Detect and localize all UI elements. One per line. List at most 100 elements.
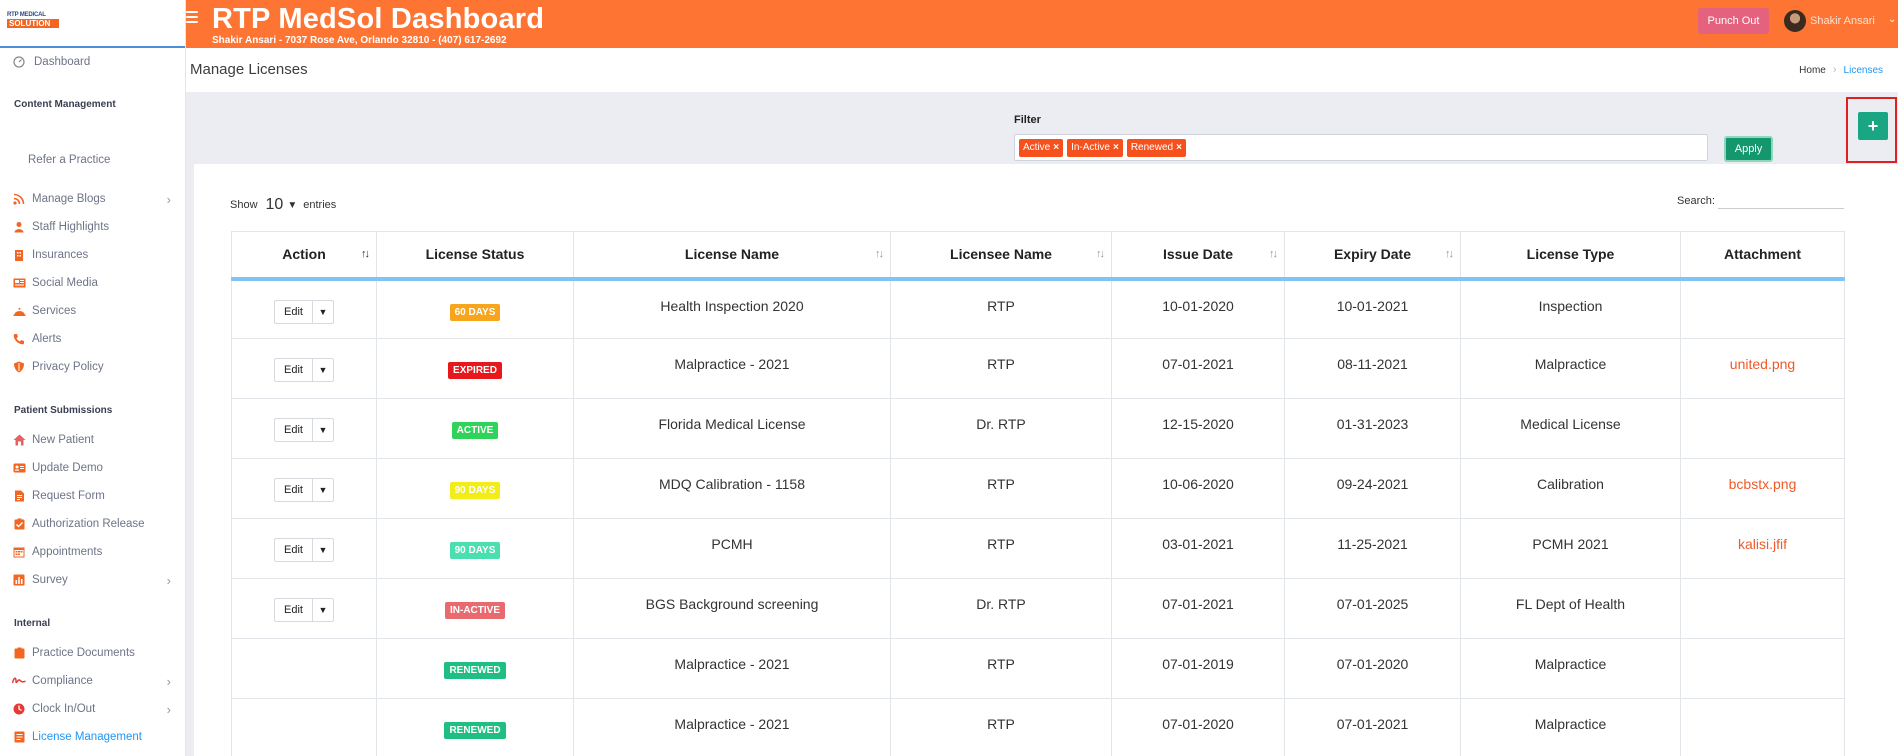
breadcrumb-home[interactable]: Home bbox=[1799, 65, 1826, 76]
status-cell: EXPIRED bbox=[376, 338, 574, 399]
action-dropdown-toggle[interactable]: ▼ bbox=[313, 538, 334, 562]
filter-multiselect[interactable]: Active × In-Active × Renewed × bbox=[1014, 134, 1708, 161]
action-dropdown-toggle[interactable]: ▼ bbox=[313, 598, 334, 622]
sidebar-item-dashboard[interactable]: Dashboard bbox=[0, 52, 185, 72]
column-header-licensee-name[interactable]: Licensee Name ↑↓ bbox=[890, 231, 1112, 281]
attachment-link[interactable]: kalisi.jfif bbox=[1738, 536, 1787, 552]
edit-button[interactable]: Edit bbox=[274, 598, 313, 622]
sidebar-item-compliance[interactable]: Compliance › bbox=[0, 671, 185, 691]
avatar[interactable] bbox=[1784, 10, 1806, 32]
license-name-cell: Florida Medical License bbox=[573, 398, 891, 459]
sidebar-item-staff-highlights[interactable]: Staff Highlights bbox=[0, 217, 185, 237]
status-cell: IN-ACTIVE bbox=[376, 578, 574, 639]
licenses-table: Action ↑↓ License Status License Name ↑↓ L… bbox=[231, 231, 1845, 756]
action-dropdown-toggle[interactable]: ▼ bbox=[313, 478, 334, 502]
action-dropdown-toggle[interactable]: ▼ bbox=[313, 358, 334, 382]
user-name[interactable]: Shakir Ansari bbox=[1810, 15, 1875, 27]
status-cell: 90 DAYS bbox=[376, 458, 574, 519]
action-cell bbox=[231, 638, 377, 699]
issue-date-cell: 03-01-2021 bbox=[1111, 518, 1285, 579]
action-dropdown-toggle[interactable]: ▼ bbox=[313, 418, 334, 442]
issue-date-cell: 07-01-2021 bbox=[1111, 338, 1285, 399]
sidebar-item-insurances[interactable]: Insurances bbox=[0, 245, 185, 265]
action-button-group: Edit ▼ bbox=[274, 598, 334, 622]
document-icon bbox=[12, 489, 26, 503]
license-name-cell: Malpractice - 2021 bbox=[573, 698, 891, 756]
license-name-cell: Health Inspection 2020 bbox=[573, 278, 891, 339]
table-row: Edit ▼ ACTIVE Florida Medical License Dr. RT… bbox=[231, 398, 1845, 459]
apply-filter-button[interactable]: Apply bbox=[1724, 136, 1773, 162]
edit-button[interactable]: Edit bbox=[274, 478, 313, 502]
edit-button[interactable]: Edit bbox=[274, 358, 313, 382]
action-cell: Edit ▼ bbox=[231, 338, 377, 399]
entries-select[interactable]: 10 ▼ bbox=[266, 196, 298, 214]
action-dropdown-toggle[interactable]: ▼ bbox=[313, 299, 334, 324]
top-bar: RTP MedSol Dashboard Shakir Ansari - 703… bbox=[186, 0, 1898, 48]
sidebar-item-appointments[interactable]: Appointments bbox=[0, 542, 185, 562]
sidebar-item-license-management[interactable]: License Management bbox=[0, 727, 185, 747]
action-cell: Edit ▼ bbox=[231, 398, 377, 459]
attachment-link[interactable]: united.png bbox=[1730, 356, 1795, 372]
edit-button[interactable]: Edit bbox=[274, 418, 313, 442]
punch-out-button[interactable]: Punch Out bbox=[1698, 8, 1769, 34]
remove-tag-icon[interactable]: × bbox=[1176, 142, 1182, 153]
filter-label: Filter bbox=[1014, 114, 1041, 126]
status-cell: RENEWED bbox=[376, 698, 574, 756]
sidebar-item-alerts[interactable]: Alerts bbox=[0, 329, 185, 349]
column-header-action[interactable]: Action ↑↓ bbox=[231, 231, 377, 281]
section-patient-submissions: Patient Submissions bbox=[14, 405, 113, 416]
licensee-name-cell: Dr. RTP bbox=[890, 398, 1112, 459]
breadcrumb: Home › Licenses bbox=[1799, 64, 1883, 76]
status-badge: 90 DAYS bbox=[449, 482, 501, 499]
license-name-cell: MDQ Calibration - 1158 bbox=[573, 458, 891, 519]
column-header-issue-date[interactable]: Issue Date ↑↓ bbox=[1111, 231, 1285, 281]
chevron-down-icon[interactable]: ⌄ bbox=[1888, 14, 1896, 25]
filter-tag: Active × bbox=[1019, 138, 1064, 157]
table-row: Edit ▼ EXPIRED Malpractice - 2021 RTP 07-01-2… bbox=[231, 338, 1845, 399]
home-icon bbox=[12, 433, 26, 447]
attachment-cell: kalisi.jfif bbox=[1680, 518, 1845, 579]
licensee-name-cell: RTP bbox=[890, 698, 1112, 756]
remove-tag-icon[interactable]: × bbox=[1113, 142, 1119, 153]
column-header-license-name[interactable]: License Name ↑↓ bbox=[573, 231, 891, 281]
edit-button[interactable]: Edit bbox=[274, 538, 313, 562]
sidebar-item-social-media[interactable]: Social Media bbox=[0, 273, 185, 293]
sidebar-item-refer-practice[interactable]: Refer a Practice bbox=[0, 150, 185, 170]
menu-toggle-icon[interactable] bbox=[186, 11, 198, 23]
add-license-button[interactable]: + bbox=[1858, 112, 1888, 140]
expiry-date-cell: 11-25-2021 bbox=[1284, 518, 1461, 579]
brand-logo[interactable]: RTP MEDICAL SOLUTION bbox=[7, 12, 61, 28]
section-content-management: Content Management bbox=[14, 99, 116, 110]
table-row: RENEWED Malpractice - 2021 RTP 07-01-2019 07… bbox=[231, 638, 1845, 699]
attachment-link[interactable]: bcbstx.png bbox=[1729, 476, 1797, 492]
sidebar-item-request-form[interactable]: Request Form bbox=[0, 486, 185, 506]
license-type-cell: Calibration bbox=[1460, 458, 1681, 519]
license-type-cell: Medical License bbox=[1460, 398, 1681, 459]
sidebar-item-clock-in-out[interactable]: Clock In/Out › bbox=[0, 699, 185, 719]
entries-length-control: Show 10 ▼ entries bbox=[230, 196, 337, 214]
attachment-cell: united.png bbox=[1680, 338, 1845, 399]
dashboard-icon bbox=[12, 55, 26, 69]
table-row: Edit ▼ 90 DAYS MDQ Calibration - 1158 RTP 10-… bbox=[231, 458, 1845, 519]
edit-button[interactable]: Edit bbox=[274, 299, 313, 324]
attachment-cell bbox=[1680, 578, 1845, 639]
sidebar-item-update-demo[interactable]: Update Demo bbox=[0, 458, 185, 478]
search-input[interactable] bbox=[1717, 193, 1844, 209]
column-header-expiry-date[interactable]: Expiry Date ↑↓ bbox=[1284, 231, 1461, 281]
action-button-group: Edit ▼ bbox=[274, 418, 334, 442]
sidebar-item-services[interactable]: Services bbox=[0, 301, 185, 321]
user-icon bbox=[12, 220, 26, 234]
remove-tag-icon[interactable]: × bbox=[1053, 142, 1059, 153]
sidebar-item-privacy-policy[interactable]: Privacy Policy bbox=[0, 357, 185, 377]
sort-icon: ↑↓ bbox=[1445, 248, 1454, 260]
sidebar-item-authorization-release[interactable]: Authorization Release bbox=[0, 514, 185, 534]
chevron-right-icon: › bbox=[166, 673, 171, 689]
building-icon bbox=[12, 248, 26, 262]
sidebar-item-new-patient[interactable]: New Patient bbox=[0, 430, 185, 450]
license-type-cell: FL Dept of Health bbox=[1460, 578, 1681, 639]
license-icon bbox=[12, 730, 26, 744]
table-header-row: Action ↑↓ License Status License Name ↑↓ L… bbox=[231, 231, 1845, 281]
sidebar-item-manage-blogs[interactable]: Manage Blogs › bbox=[0, 189, 185, 209]
sidebar-item-survey[interactable]: Survey › bbox=[0, 570, 185, 590]
sidebar-item-practice-documents[interactable]: Practice Documents bbox=[0, 643, 185, 663]
